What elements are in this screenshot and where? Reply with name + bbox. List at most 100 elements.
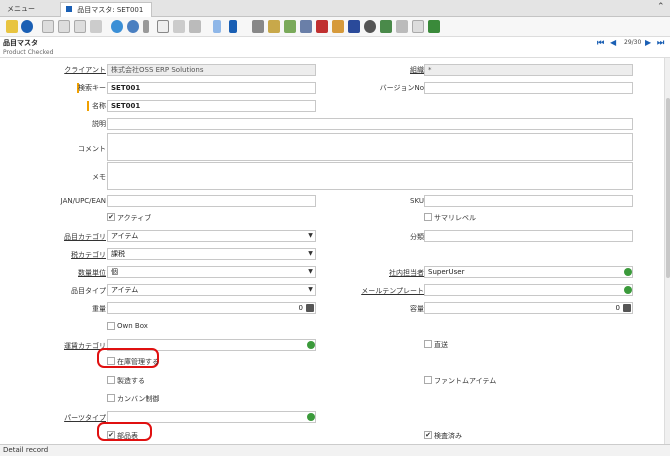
manufactured-checkbox[interactable] <box>107 376 115 384</box>
detail-icon[interactable] <box>229 20 237 33</box>
product-info-icon[interactable] <box>332 20 344 33</box>
weight-input[interactable]: 0 <box>107 302 316 314</box>
required-marker <box>87 101 89 111</box>
client-label[interactable]: クライアント <box>64 65 106 75</box>
tab-menu[interactable]: メニュー (219) <box>2 2 58 27</box>
collapse-icon[interactable]: ⌃ <box>657 2 665 12</box>
upc-input[interactable] <box>107 195 316 207</box>
comment-label: コメント <box>78 145 106 153</box>
chevron-down-icon[interactable]: ▼ <box>307 232 314 240</box>
drop-ship-checkbox[interactable] <box>424 340 432 348</box>
search-icon[interactable] <box>127 20 139 33</box>
category-select[interactable]: アイテム ▼ <box>107 230 316 242</box>
export-icon[interactable] <box>412 20 424 33</box>
kanban-checkbox[interactable] <box>107 394 115 402</box>
org-field[interactable]: * <box>424 64 633 76</box>
phantom-label: ファントムアイテム <box>434 377 497 385</box>
chevron-down-icon[interactable]: ▼ <box>307 250 314 258</box>
search-lookup-icon[interactable] <box>624 268 632 276</box>
scrollbar-thumb[interactable] <box>666 98 670 278</box>
category-value: アイテム <box>111 232 139 240</box>
database-icon[interactable] <box>348 20 360 33</box>
phantom-checkbox[interactable] <box>424 376 432 384</box>
search-lookup-icon[interactable] <box>624 286 632 294</box>
calculator-icon[interactable] <box>306 304 314 312</box>
first-record-icon[interactable]: ⏮ <box>597 38 604 48</box>
last-record-icon[interactable]: ⏭ <box>657 38 664 48</box>
chat-icon[interactable] <box>157 20 169 33</box>
part-type-label[interactable]: パーツタイプ <box>64 413 106 423</box>
classification-input[interactable] <box>424 230 633 242</box>
next-record-icon[interactable]: ▶ <box>645 38 651 47</box>
history-icon[interactable] <box>173 20 185 33</box>
search-lookup-icon[interactable] <box>307 341 315 349</box>
sales-rep-input[interactable]: SuperUser <box>424 266 633 278</box>
client-field[interactable]: 株式会社OSS ERP Solutions <box>107 64 316 76</box>
status-message: Product Checked <box>3 49 54 56</box>
classification-label: 分類 <box>410 233 424 241</box>
sales-rep-label[interactable]: 社内担当者 <box>389 268 424 278</box>
archive-icon[interactable] <box>268 20 280 33</box>
summary-label: サマリレベル <box>434 214 476 222</box>
save-icon[interactable] <box>90 20 102 33</box>
version-input[interactable] <box>424 82 633 94</box>
version-label: バージョンNo <box>379 84 424 92</box>
memo-textarea[interactable] <box>107 162 633 190</box>
window-icon <box>66 6 72 12</box>
name-label: 名称 <box>92 102 106 110</box>
grid-toggle-icon[interactable] <box>189 20 201 33</box>
product-type-label: 品目タイプ <box>71 287 106 295</box>
own-box-checkbox[interactable] <box>107 322 115 330</box>
footer-bar: Detail record <box>0 444 670 456</box>
attachment-icon[interactable] <box>143 20 149 33</box>
gear-icon[interactable] <box>364 20 376 33</box>
parent-icon[interactable] <box>213 20 221 33</box>
memo-label: メモ <box>92 173 106 181</box>
toolbar <box>0 17 670 37</box>
volume-input[interactable]: 0 <box>424 302 633 314</box>
stocked-checkbox[interactable] <box>107 357 115 365</box>
help-icon[interactable] <box>21 20 33 33</box>
search-key-input[interactable]: SET001 <box>107 82 316 94</box>
refresh-icon[interactable] <box>111 20 123 33</box>
tab-product[interactable]: 品目マスタ: SET001 ✖ <box>60 2 152 28</box>
description-input[interactable] <box>107 118 633 130</box>
report-icon[interactable] <box>252 20 264 33</box>
category-label[interactable]: 品目カテゴリ <box>64 232 106 242</box>
form-scrollbar[interactable] <box>664 58 670 444</box>
zoom-across-icon[interactable] <box>284 20 296 33</box>
calculator-icon[interactable] <box>623 304 631 312</box>
bom-checkbox[interactable]: ✔ <box>107 431 115 439</box>
tax-category-label[interactable]: 税カテゴリ <box>71 250 106 260</box>
sku-input[interactable] <box>424 195 633 207</box>
delete-icon[interactable] <box>74 20 86 33</box>
tax-category-select[interactable]: 課税 ▼ <box>107 248 316 260</box>
uom-label[interactable]: 数量単位 <box>78 268 106 278</box>
new-record-icon[interactable] <box>42 20 54 33</box>
previous-record-icon[interactable]: ◀ <box>610 38 616 47</box>
org-label[interactable]: 組織 <box>410 65 424 75</box>
comment-textarea[interactable] <box>107 133 633 161</box>
summary-checkbox[interactable] <box>424 213 432 221</box>
request-icon[interactable] <box>300 20 312 33</box>
process-icon[interactable] <box>380 20 392 33</box>
verified-checkbox[interactable]: ✔ <box>424 431 432 439</box>
chevron-down-icon[interactable]: ▼ <box>307 268 314 276</box>
mail-template-input[interactable] <box>424 284 633 296</box>
product-type-select[interactable]: アイテム ▼ <box>107 284 316 296</box>
end-icon[interactable] <box>428 20 440 33</box>
search-lookup-icon[interactable] <box>307 413 315 421</box>
mail-template-label[interactable]: メールテンプレート <box>361 286 424 296</box>
lock-icon[interactable] <box>6 20 18 33</box>
window-title: 品目マスタ <box>3 39 38 47</box>
customize-icon[interactable] <box>396 20 408 33</box>
workflow-icon[interactable] <box>316 20 328 33</box>
name-input[interactable]: SET001 <box>107 100 316 112</box>
copy-icon[interactable] <box>58 20 70 33</box>
chevron-down-icon[interactable]: ▼ <box>307 286 314 294</box>
uom-select[interactable]: 個 ▼ <box>107 266 316 278</box>
tab-bar: メニュー (219) 品目マスタ: SET001 ✖ ⌃ <box>0 0 670 28</box>
tab-product-label: 品目マスタ: SET001 <box>77 6 144 14</box>
product-type-value: アイテム <box>111 286 139 294</box>
active-checkbox[interactable]: ✔ <box>107 213 115 221</box>
